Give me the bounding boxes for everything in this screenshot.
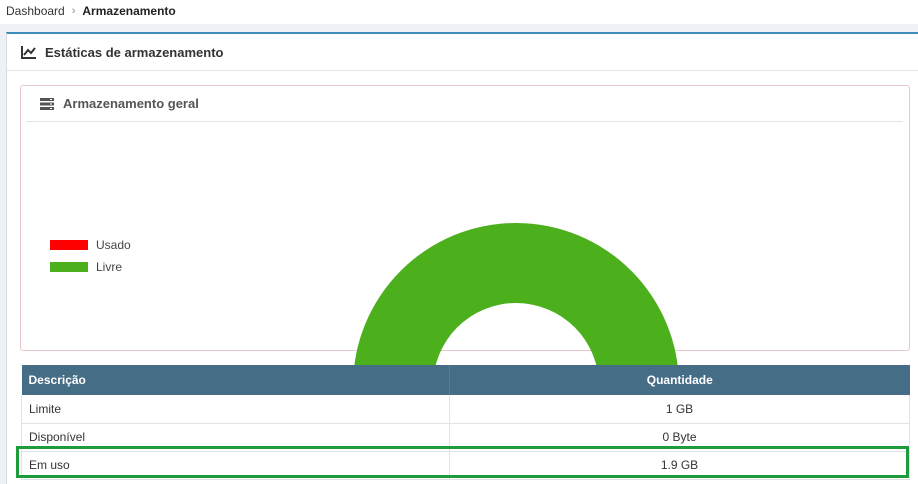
- storage-gauge-chart: [353, 223, 679, 386]
- legend-item-free[interactable]: Livre: [50, 256, 131, 278]
- breadcrumb: Dashboard › Armazenamento: [6, 4, 176, 18]
- chart-legend: Usado Livre: [50, 234, 131, 278]
- table-row: Limite 1 GB: [21, 395, 910, 424]
- gauge-slice-livre[interactable]: [353, 223, 679, 386]
- legend-swatch-used: [50, 240, 88, 250]
- table-row: Disponível 0 Byte: [21, 423, 910, 452]
- breadcrumb-dashboard-link[interactable]: Dashboard: [6, 4, 65, 18]
- panel-header: Estáticas de armazenamento: [7, 34, 918, 71]
- table-row: Em uso 1.9 GB: [21, 451, 910, 480]
- subpanel-title: Armazenamento geral: [63, 96, 199, 111]
- table-header-row: Descrição Quantidade: [21, 365, 910, 395]
- panel-title: Estáticas de armazenamento: [45, 44, 224, 60]
- table-cell-quantity: 1.9 GB: [449, 451, 910, 480]
- subpanel-header: Armazenamento geral: [26, 86, 903, 122]
- overall-storage-card: Armazenamento geral Usado Livre: [20, 85, 910, 386]
- column-header-quantity[interactable]: Quantidade: [449, 365, 910, 395]
- line-chart-icon: [21, 45, 37, 59]
- storage-table: Descrição Quantidade Limite 1 GB Disponí…: [21, 365, 910, 480]
- table-cell-description: Em uso: [21, 451, 450, 480]
- storage-stats-panel: Estáticas de armazenamento Armazenamento…: [6, 32, 918, 484]
- table-cell-quantity: 1 GB: [449, 395, 910, 424]
- legend-item-used[interactable]: Usado: [50, 234, 131, 256]
- legend-label-used: Usado: [96, 238, 131, 252]
- legend-swatch-free: [50, 262, 88, 272]
- legend-label-free: Livre: [96, 260, 123, 274]
- chevron-right-icon: ›: [71, 5, 76, 17]
- server-icon: [40, 97, 54, 110]
- breadcrumb-current: Armazenamento: [82, 4, 176, 18]
- table-cell-quantity: 0 Byte: [449, 423, 910, 452]
- table-cell-description: Limite: [21, 395, 450, 424]
- table-cell-description: Disponível: [21, 423, 450, 452]
- column-header-description[interactable]: Descrição: [21, 365, 450, 395]
